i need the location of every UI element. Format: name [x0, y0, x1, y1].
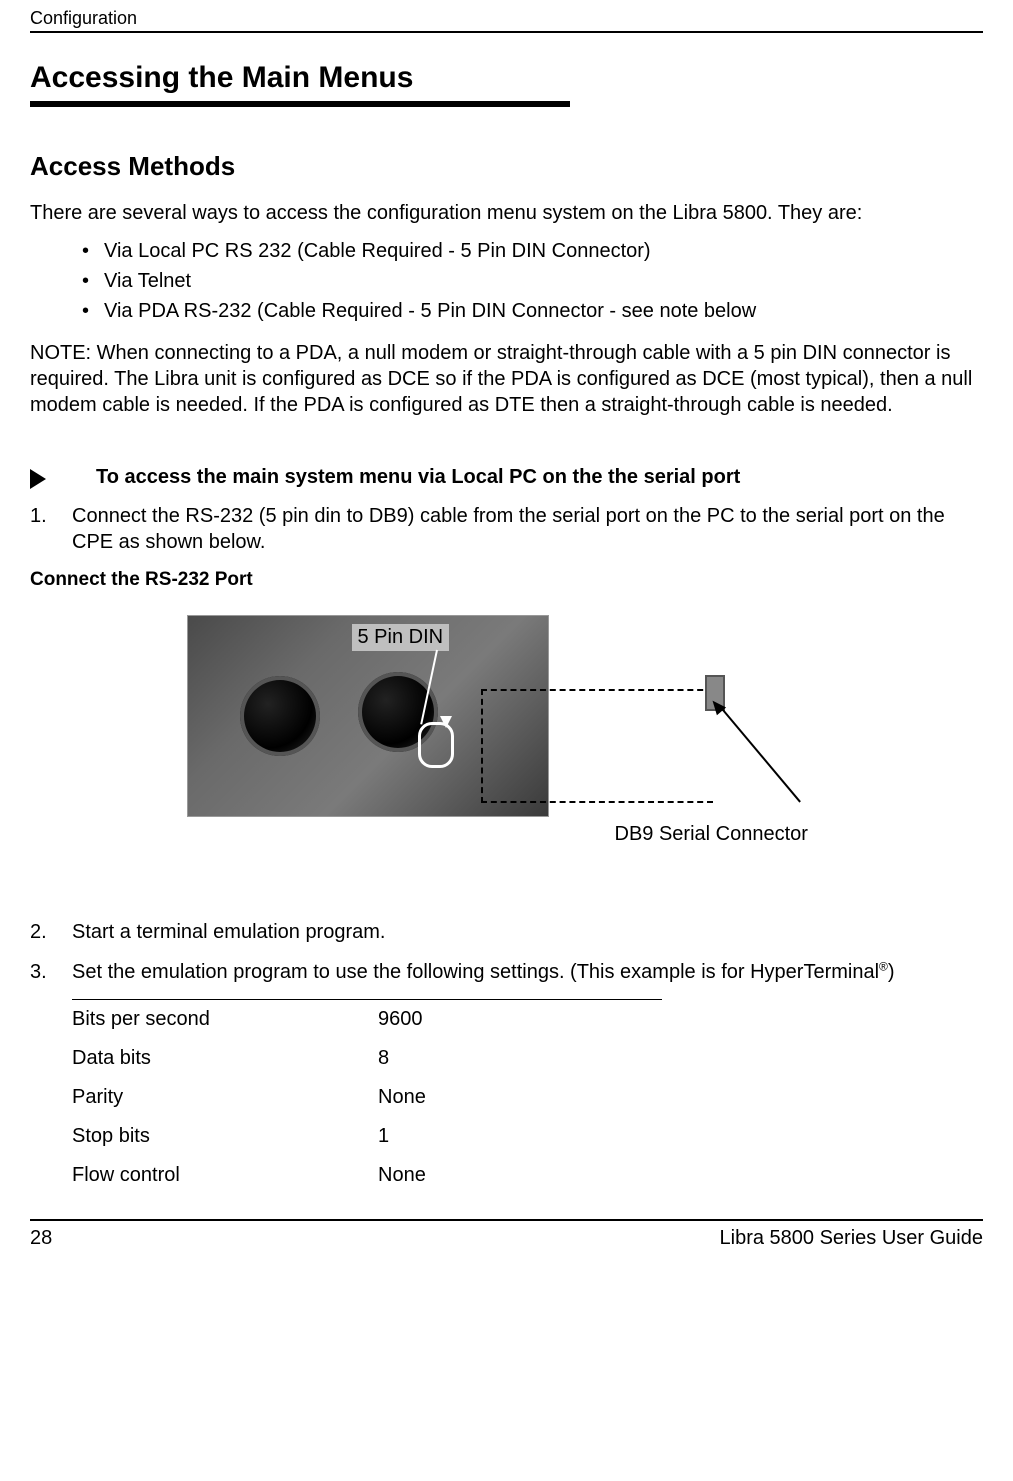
step-number: 3.	[30, 959, 54, 985]
table-row: Stop bits 1	[72, 1117, 662, 1156]
list-item: Via Local PC RS 232 (Cable Required - 5 …	[30, 236, 983, 266]
title-rule	[30, 101, 570, 107]
step-text: Start a terminal emulation program.	[72, 919, 385, 945]
page-number: 28	[30, 1227, 52, 1250]
step-1: 1. Connect the RS-232 (5 pin din to DB9)…	[30, 503, 983, 555]
setting-value: 1	[378, 1125, 389, 1148]
figure: 5 Pin DIN DB9 Serial Connector	[30, 615, 983, 875]
setting-key: Data bits	[72, 1047, 378, 1070]
procedure-heading: To access the main system menu via Local…	[30, 466, 983, 489]
din-plug-icon	[418, 722, 454, 768]
intro-paragraph: There are several ways to access the con…	[30, 200, 983, 226]
callout-line	[722, 709, 801, 802]
note-paragraph: NOTE: When connecting to a PDA, a null m…	[30, 340, 983, 418]
cable-dashed-box	[481, 689, 713, 803]
running-header: Configuration	[30, 8, 983, 33]
table-row: Data bits 8	[72, 1039, 662, 1078]
table-row: Bits per second 9600	[72, 1000, 662, 1039]
setting-value: 9600	[378, 1008, 423, 1031]
setting-key: Parity	[72, 1086, 378, 1109]
page-title: Accessing the Main Menus	[30, 61, 983, 95]
step-3: 3. Set the emulation program to use the …	[30, 959, 983, 985]
setting-key: Stop bits	[72, 1125, 378, 1148]
setting-value: 8	[378, 1047, 389, 1070]
setting-value: None	[378, 1086, 426, 1109]
procedure-title: To access the main system menu via Local…	[96, 466, 740, 489]
list-item: Via Telnet	[30, 266, 983, 296]
page-footer: 28 Libra 5800 Series User Guide	[30, 1219, 983, 1250]
registered-mark: ®	[879, 959, 888, 973]
list-item: Via PDA RS-232 (Cable Required - 5 Pin D…	[30, 296, 983, 326]
guide-title: Libra 5800 Series User Guide	[720, 1227, 983, 1250]
din-label: 5 Pin DIN	[352, 624, 450, 651]
figure-caption: Connect the RS-232 Port	[30, 569, 983, 591]
step-2: 2. Start a terminal emulation program.	[30, 919, 983, 945]
db9-label: DB9 Serial Connector	[615, 823, 808, 846]
step-number: 1.	[30, 503, 54, 555]
subsection-heading: Access Methods	[30, 151, 983, 182]
arrow-right-icon	[30, 469, 46, 489]
step-text: Connect the RS-232 (5 pin din to DB9) ca…	[72, 503, 983, 555]
step-text: Set the emulation program to use the fol…	[72, 959, 895, 985]
settings-table: Bits per second 9600 Data bits 8 Parity …	[72, 999, 662, 1195]
step-number: 2.	[30, 919, 54, 945]
setting-key: Flow control	[72, 1164, 378, 1187]
ethernet-port-icon	[240, 676, 320, 756]
table-row: Parity None	[72, 1078, 662, 1117]
setting-value: None	[378, 1164, 426, 1187]
bullet-list: Via Local PC RS 232 (Cable Required - 5 …	[30, 236, 983, 326]
table-row: Flow control None	[72, 1156, 662, 1195]
setting-key: Bits per second	[72, 1008, 378, 1031]
